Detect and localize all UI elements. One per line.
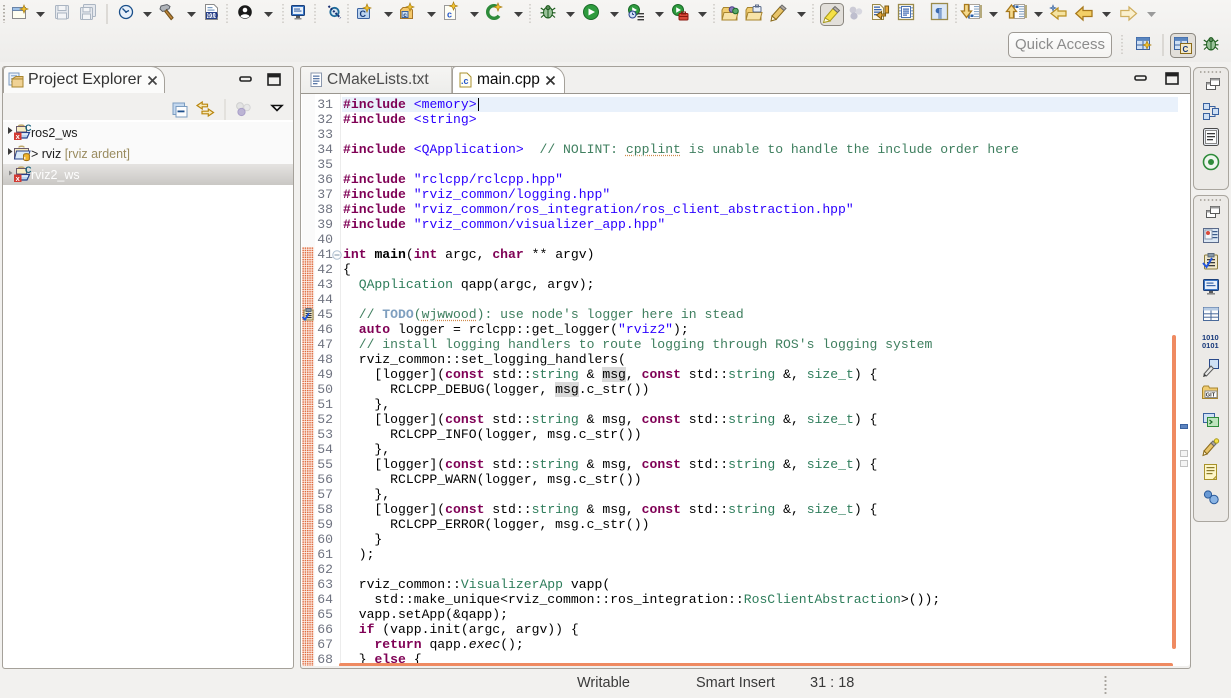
svg-text:c: c <box>403 12 407 19</box>
svg-text:C: C <box>360 9 367 19</box>
svg-text:010: 010 <box>207 13 218 20</box>
svg-text:¶: ¶ <box>935 6 943 21</box>
svg-text:c: c <box>447 10 452 20</box>
svg-text:.c: .c <box>461 76 469 86</box>
svg-text:GIT: GIT <box>1206 393 1216 399</box>
svg-text:C: C <box>1183 45 1189 54</box>
svg-text:0101: 0101 <box>1202 341 1219 350</box>
